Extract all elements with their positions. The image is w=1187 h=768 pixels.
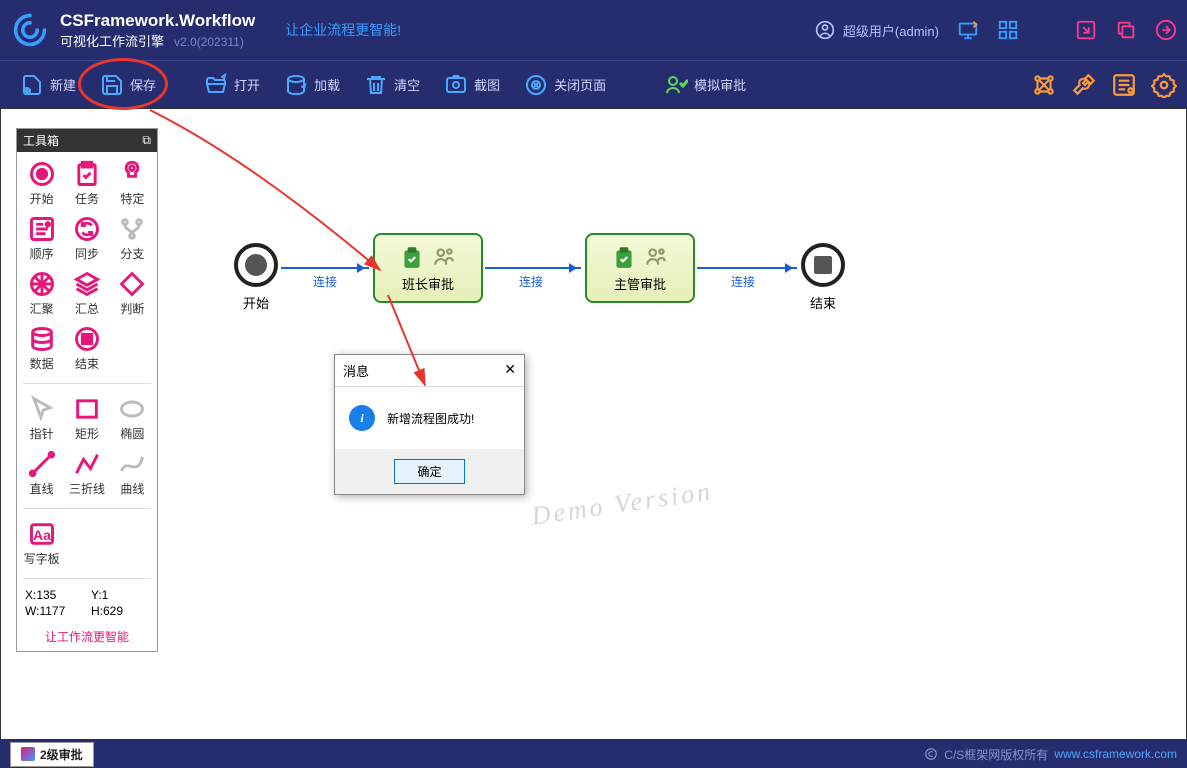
tool-summary[interactable]: 汇总	[66, 268, 107, 319]
app-header: CSFramework.Workflow 可视化工作流引擎 v2.0(20231…	[0, 0, 1187, 60]
tool-line[interactable]: 直线	[21, 448, 62, 499]
dialog-close-icon[interactable]: ✕	[504, 361, 516, 380]
simulate-button[interactable]: 模拟审批	[654, 67, 756, 103]
copyright-text: C/S框架网版权所有	[944, 746, 1048, 763]
list-settings-icon[interactable]	[1111, 72, 1137, 98]
tool-merge[interactable]: 汇聚	[21, 268, 62, 319]
svg-text:Aa: Aa	[33, 527, 51, 543]
dialog-message: 新增流程图成功!	[387, 410, 474, 427]
import-icon[interactable]	[1075, 19, 1097, 41]
dialog-ok-button[interactable]: 确定	[394, 459, 464, 484]
close-page-button[interactable]: 关闭页面	[514, 67, 616, 103]
tool-special[interactable]: 特定	[112, 158, 153, 209]
new-button[interactable]: 新建	[10, 67, 86, 103]
apps-icon[interactable]	[997, 19, 1019, 41]
tool-curve[interactable]: 曲线	[112, 448, 153, 499]
app-title: CSFramework.Workflow	[60, 11, 255, 31]
tool-rect[interactable]: 矩形	[66, 393, 107, 444]
workflow-canvas[interactable]: 开始 班长审批 主管审批 结束 连接 连接 连接 Demo Version	[0, 108, 1187, 740]
app-subtitle: 可视化工作流引擎	[60, 31, 164, 50]
toolbox-title: 工具箱	[23, 132, 59, 149]
logout-icon[interactable]	[1155, 19, 1177, 41]
tool-end[interactable]: 结束	[66, 323, 107, 374]
connector-1[interactable]	[281, 267, 369, 269]
clear-button[interactable]: 清空	[354, 67, 430, 103]
tool-textboard[interactable]: Aa写字板	[21, 518, 62, 569]
tool-decision[interactable]: 判断	[112, 268, 153, 319]
watermark-text: Demo Version	[530, 476, 715, 531]
load-button[interactable]: 加载	[274, 67, 350, 103]
dialog-title: 消息	[343, 361, 369, 380]
message-dialog: 消息 ✕ i 新增流程图成功! 确定	[334, 354, 525, 495]
connector-1-label: 连接	[313, 273, 337, 290]
save-button[interactable]: 保存	[90, 67, 166, 103]
tool-sequence[interactable]: 顺序	[21, 213, 62, 264]
tool-start[interactable]: 开始	[21, 158, 62, 209]
tool-data[interactable]: 数据	[21, 323, 62, 374]
node-task-1[interactable]: 班长审批	[373, 233, 483, 303]
open-button[interactable]: 打开	[194, 67, 270, 103]
connector-2[interactable]	[485, 267, 581, 269]
app-version: v2.0(202311)	[174, 35, 244, 49]
copy-icon[interactable]	[1115, 19, 1137, 41]
toolbox-collapse-icon[interactable]: ⧉	[142, 133, 151, 148]
tool-polyline[interactable]: 三折线	[66, 448, 107, 499]
connector-3[interactable]	[697, 267, 797, 269]
app-slogan: 让企业流程更智能!	[285, 20, 401, 40]
graph-settings-icon[interactable]	[1031, 72, 1057, 98]
node-end[interactable]: 结束	[801, 243, 845, 312]
app-logo-icon	[10, 10, 50, 50]
info-icon: i	[349, 405, 375, 431]
screenshot-button[interactable]: 截图	[434, 67, 510, 103]
toolbox-footer: 让工作流更智能	[17, 624, 157, 651]
display-settings-icon[interactable]	[957, 19, 979, 41]
toolbox-coords: X:135Y:1 W:1177H:629	[17, 582, 157, 624]
connector-3-label: 连接	[731, 273, 755, 290]
copyright-icon	[924, 747, 938, 761]
connector-2-label: 连接	[519, 273, 543, 290]
toolbox-panel: 工具箱 ⧉ 开始 任务 特定 顺序 同步 分支 汇聚 汇总 判断 数据 结束 指…	[16, 128, 158, 652]
main-toolbar: 新建 保存 打开 加载 清空 截图 关闭页面 模拟审批	[0, 60, 1187, 108]
tool-ellipse[interactable]: 椭圆	[112, 393, 153, 444]
tool-task[interactable]: 任务	[66, 158, 107, 209]
tool-branch[interactable]: 分支	[112, 213, 153, 264]
document-tab[interactable]: 2级审批	[10, 742, 94, 767]
tool-sync[interactable]: 同步	[66, 213, 107, 264]
gear-wide-icon[interactable]	[1151, 72, 1177, 98]
tab-icon	[21, 747, 35, 761]
tools-icon[interactable]	[1071, 72, 1097, 98]
user-info[interactable]: 超级用户(admin)	[815, 20, 939, 40]
node-task-2[interactable]: 主管审批	[585, 233, 695, 303]
tool-pointer[interactable]: 指针	[21, 393, 62, 444]
website-link[interactable]: www.csframework.com	[1054, 747, 1177, 761]
status-bar: 2级审批 C/S框架网版权所有 www.csframework.com	[0, 740, 1187, 768]
node-start[interactable]: 开始	[234, 243, 278, 312]
